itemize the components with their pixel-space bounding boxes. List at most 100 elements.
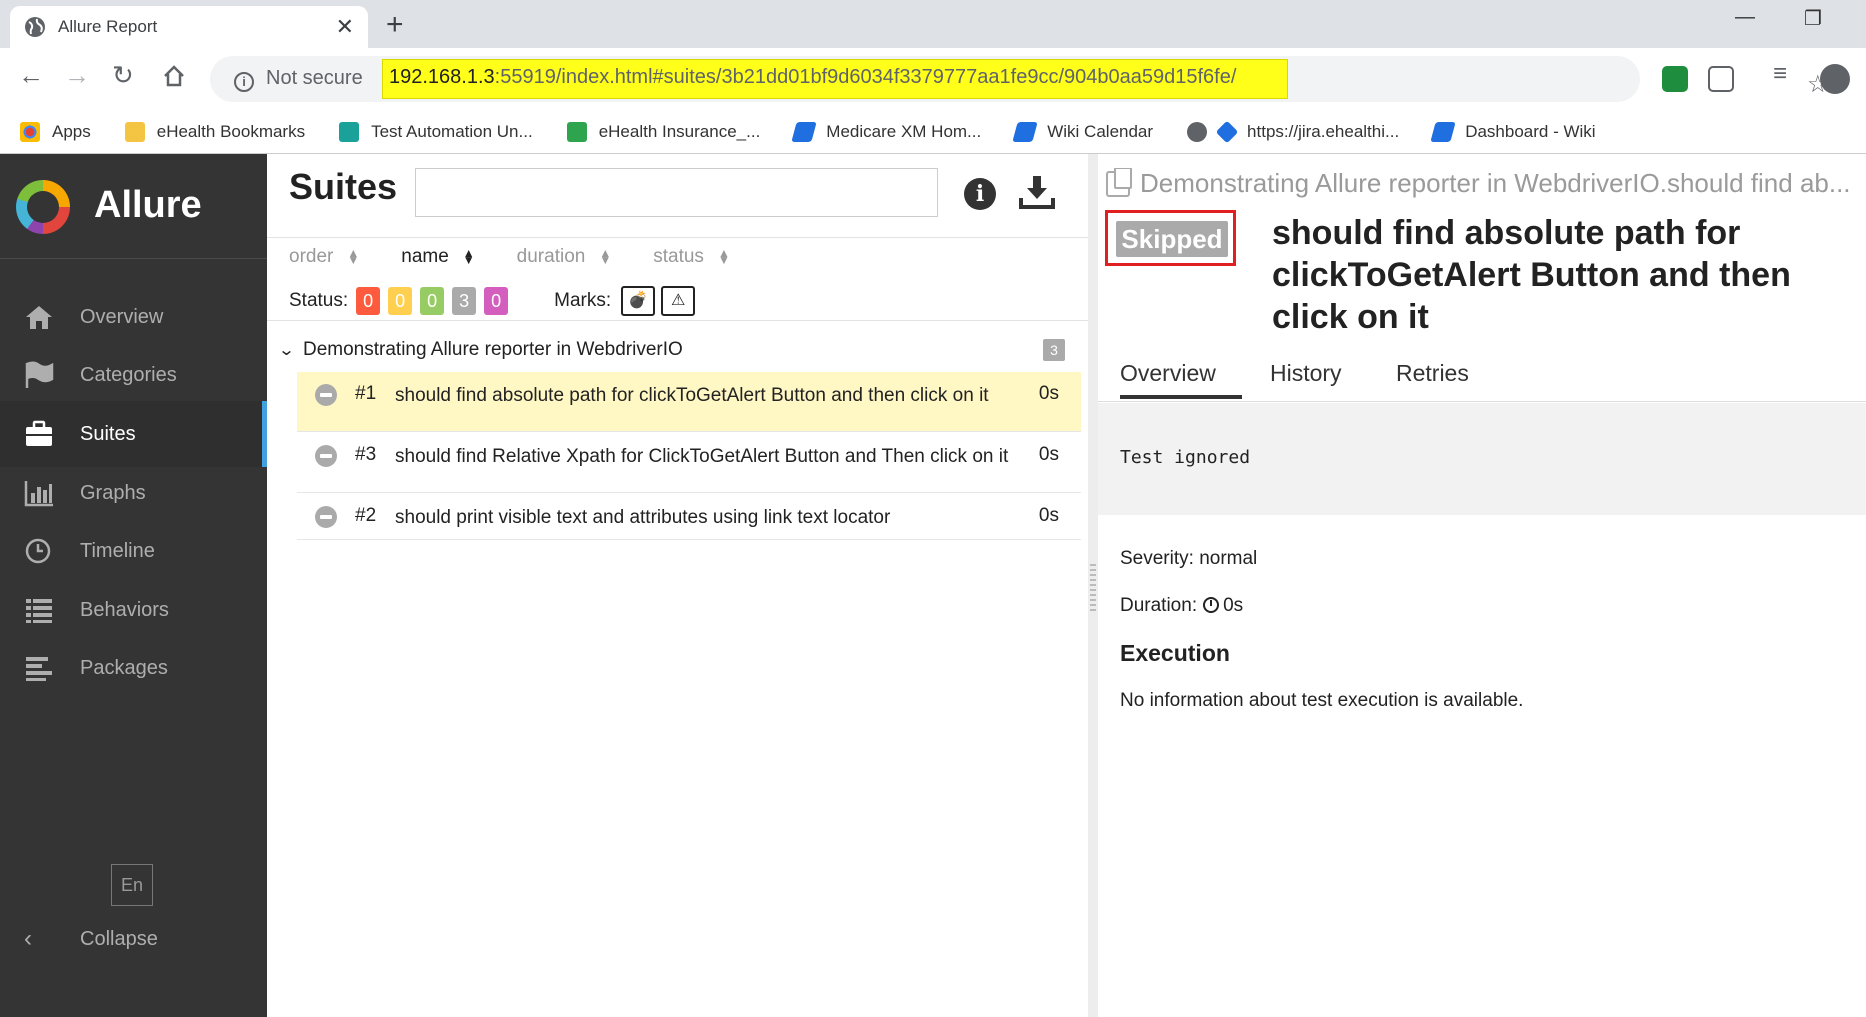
confluence-icon	[791, 121, 817, 142]
breadcrumb-text: Demonstrating Allure reporter in Webdriv…	[1140, 168, 1851, 198]
bookmark-dashboard-wiki[interactable]: Dashboard - Wiki	[1430, 121, 1596, 142]
bookmark-wiki-calendar[interactable]: Wiki Calendar	[1012, 121, 1153, 142]
browser-tabstrip: Allure Report ✕ + — ❐	[0, 0, 1866, 48]
breadcrumb[interactable]: Demonstrating Allure reporter in Webdriv…	[1106, 168, 1866, 199]
tab-overview[interactable]: Overview	[1120, 360, 1242, 399]
brand[interactable]: Allure	[0, 154, 267, 259]
profile-avatar-icon[interactable]	[1820, 64, 1850, 94]
sidebar-item-packages[interactable]: Packages	[0, 635, 267, 701]
execution-message: No information about test execution is a…	[1120, 690, 1524, 711]
suite-group[interactable]: ⌄ Demonstrating Allure reporter in Webdr…	[277, 330, 1081, 370]
test-detail-pane: Demonstrating Allure reporter in Webdriv…	[1098, 154, 1866, 1017]
clock-icon	[25, 538, 51, 564]
home-icon[interactable]	[162, 64, 186, 88]
status-badge-passed[interactable]: 0	[420, 287, 445, 315]
test-number: #3	[355, 444, 377, 465]
sidebar-item-label: Overview	[80, 305, 164, 328]
flag-icon	[25, 361, 54, 388]
status-label: Status:	[289, 290, 349, 311]
status-badge-skipped[interactable]: 3	[452, 287, 477, 315]
test-duration: 0s	[1038, 505, 1059, 526]
status-badge-broken[interactable]: 0	[388, 287, 413, 315]
marks-label: Marks:	[554, 290, 612, 311]
status-badge-unknown[interactable]: 0	[484, 287, 509, 315]
sidebar-item-graphs[interactable]: Graphs	[0, 460, 267, 526]
status-filter: Status: 0 0 0 3 0 Marks: 💣 ⚠	[289, 286, 701, 316]
detail-tabs: Overview History Retries	[1098, 352, 1866, 402]
search-input[interactable]	[415, 168, 938, 217]
minimize-icon[interactable]: —	[1735, 6, 1755, 29]
sidebar-item-label: Suites	[80, 422, 136, 445]
bookmark-ehealth-insurance[interactable]: eHealth Insurance_...	[566, 121, 760, 142]
home-icon	[26, 306, 52, 329]
extension-green-icon[interactable]	[1662, 66, 1688, 92]
align-left-icon	[26, 657, 52, 681]
forward-icon[interactable]: →	[64, 60, 90, 91]
bookmark-jira[interactable]: https://jira.ehealthi...	[1187, 120, 1399, 143]
collapse-button[interactable]: ‹ Collapse	[24, 914, 264, 964]
url-text[interactable]: 192.168.1.3:55919/index.html#suites/3b21…	[382, 59, 1288, 99]
apps-grid-icon	[20, 121, 40, 142]
address-bar[interactable]: i Not secure 192.168.1.3:55919/index.html…	[210, 56, 1829, 102]
drag-handle[interactable]	[1090, 564, 1096, 614]
copy-icon[interactable]	[1106, 168, 1132, 197]
reload-icon[interactable]: ↻	[112, 60, 134, 91]
duration: Duration: 0s	[1120, 595, 1244, 616]
browser-toolbar: ← → ↻ i Not secure 192.168.1.3:55919/inde…	[0, 48, 1866, 110]
chevron-down-icon: ⌄	[277, 342, 296, 359]
bookmark-apps[interactable]: Apps	[20, 121, 91, 142]
test-title: should find absolute path for clickToGet…	[1272, 214, 1791, 336]
briefcase-icon	[26, 420, 52, 446]
sheet-icon	[566, 121, 587, 142]
sidebar-item-suites[interactable]: Suites	[0, 401, 267, 467]
tab-history[interactable]: History	[1270, 360, 1342, 387]
severity: Severity: normal	[1120, 548, 1258, 569]
warning-icon[interactable]: ⚠	[661, 286, 696, 316]
allure-logo-icon	[16, 180, 70, 234]
flaky-bomb-icon[interactable]: 💣	[621, 286, 656, 316]
sidebar-item-timeline[interactable]: Timeline	[0, 518, 267, 584]
bookmark-medicare[interactable]: Medicare XM Hom...	[791, 121, 981, 142]
status-highlight: Skipped	[1105, 210, 1236, 266]
sort-status[interactable]: status ▲ ▼	[653, 246, 730, 268]
sidebar-item-categories[interactable]: Categories	[0, 342, 267, 408]
sidebar-item-overview[interactable]: Overview	[0, 284, 267, 350]
not-secure-indicator[interactable]: i Not secure	[234, 67, 363, 92]
close-icon[interactable]: ✕	[336, 14, 354, 40]
test-name: should print visible text and attributes…	[395, 507, 891, 528]
media-queue-icon[interactable]: ≡	[1773, 60, 1799, 87]
new-tab-button[interactable]: +	[386, 8, 404, 42]
test-row[interactable]: #3 should find Relative Xpath for ClickT…	[297, 433, 1081, 493]
bookmark-ehealth-bookmarks[interactable]: eHealth Bookmarks	[124, 121, 305, 142]
suite-count-badge: 3	[1043, 339, 1065, 361]
download-icon[interactable]	[1019, 174, 1055, 210]
skipped-status-icon	[315, 506, 337, 528]
info-icon[interactable]: i	[964, 178, 996, 210]
pane-splitter[interactable]	[1088, 154, 1098, 1017]
test-row[interactable]: #1 should find absolute path for clickTo…	[297, 372, 1081, 432]
tab-retries[interactable]: Retries	[1396, 360, 1469, 387]
sort-icon: ▲ ▼	[347, 246, 360, 267]
back-icon[interactable]: ←	[18, 60, 44, 91]
jira-icon	[1215, 120, 1239, 143]
restore-icon[interactable]: ❐	[1804, 6, 1822, 31]
browser-tab[interactable]: Allure Report ✕	[10, 6, 368, 48]
sort-duration[interactable]: duration ▲ ▼	[517, 246, 612, 268]
clock-icon	[1203, 597, 1220, 613]
sort-name[interactable]: name ▲ ▼	[401, 246, 474, 268]
language-switcher[interactable]: En	[111, 864, 153, 906]
test-row[interactable]: #2 should print visible text and attribu…	[297, 494, 1081, 540]
status-badge-failed[interactable]: 0	[356, 287, 381, 315]
test-duration: 0s	[1038, 383, 1059, 404]
status-message: Test ignored	[1120, 447, 1251, 468]
sort-order[interactable]: order ▲ ▼	[289, 246, 359, 268]
bookmark-test-automation[interactable]: Test Automation Un...	[339, 121, 533, 142]
test-name: should find absolute path for clickToGet…	[395, 385, 989, 406]
status-message-block: Test ignored	[1098, 403, 1866, 515]
test-name: should find Relative Xpath for ClickToGe…	[395, 446, 1009, 467]
sort-icon: ▲ ▼	[599, 246, 612, 267]
confluence-icon	[1430, 121, 1456, 142]
extension-lock-icon[interactable]	[1708, 66, 1734, 92]
t4u-icon	[339, 121, 360, 142]
sidebar-item-behaviors[interactable]: Behaviors	[0, 577, 267, 643]
